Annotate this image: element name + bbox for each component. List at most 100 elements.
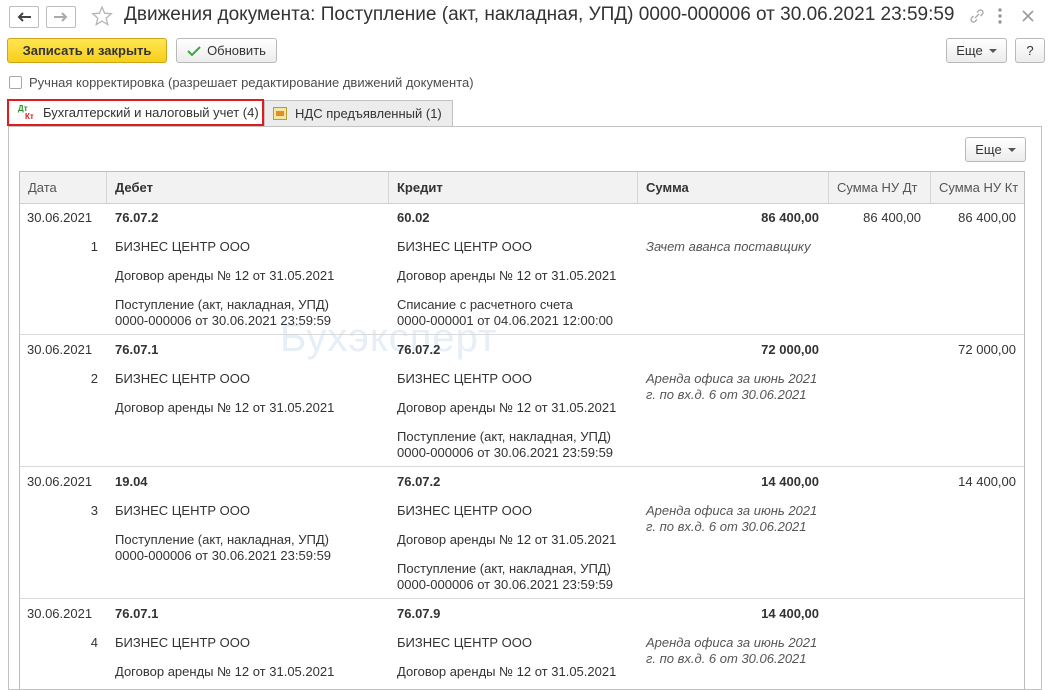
checkmark-icon: [187, 45, 201, 56]
credit-subconto: БИЗНЕС ЦЕНТР ООО: [397, 635, 533, 650]
debit-subconto: БИЗНЕС ЦЕНТР ООО: [115, 371, 251, 386]
credit-subconto: 0000-000001 от 04.06.2021 12:00:00: [397, 313, 614, 328]
row-sum-nu-kt: 86 400,00: [958, 210, 1016, 225]
panel-more-button[interactable]: Еще: [965, 137, 1026, 162]
credit-subconto: БИЗНЕС ЦЕНТР ООО: [397, 239, 533, 254]
row-sum-nu-dt: 86 400,00: [863, 210, 921, 225]
credit-account: 76.07.9: [397, 606, 441, 621]
credit-subconto: Договор аренды № 12 от 31.05.2021: [397, 664, 617, 679]
debit-subconto: Поступление (акт, накладная, УПД): [115, 297, 329, 312]
credit-subconto: БИЗНЕС ЦЕНТР ООО: [397, 503, 533, 518]
debit-subconto: 0000-000006 от 30.06.2021 23:59:59: [115, 313, 332, 328]
back-button[interactable]: [9, 6, 39, 28]
debit-account: 76.07.1: [115, 606, 159, 621]
col-date[interactable]: Дата: [20, 172, 107, 203]
row-sum: 86 400,00: [761, 210, 819, 225]
credit-subconto: Договор аренды № 12 от 31.05.2021: [397, 400, 617, 415]
row-content: Аренда офиса за июнь 2021: [646, 371, 818, 386]
row-sum: 14 400,00: [761, 606, 819, 621]
chevron-down-icon: [988, 48, 997, 53]
help-button[interactable]: ?: [1015, 38, 1045, 63]
row-content: г. по вх.д. 6 от 30.06.2021: [646, 519, 807, 534]
row-content: г. по вх.д. 6 от 30.06.2021: [646, 651, 807, 666]
debit-account: 76.07.2: [115, 210, 159, 225]
debit-subconto: Поступление (акт, накладная, УПД): [115, 532, 329, 547]
col-sum[interactable]: Сумма: [638, 172, 829, 203]
arrow-left-icon: [17, 12, 31, 22]
dt-kt-icon: Дт Кт: [18, 103, 34, 121]
table-row[interactable]: 30.06.2021 4 76.07.1 БИЗНЕС ЦЕНТР ООО До…: [20, 599, 1024, 690]
more-label: Еще: [956, 43, 983, 58]
table-row[interactable]: 30.06.2021 3 19.04 БИЗНЕС ЦЕНТР ООО Пост…: [20, 467, 1024, 599]
row-content: Аренда офиса за июнь 2021: [646, 635, 818, 650]
credit-subconto: Поступление (акт, накладная, УПД): [397, 429, 611, 444]
window-title: Движения документа: Поступление (акт, на…: [124, 4, 955, 25]
table-row[interactable]: 30.06.2021 2 76.07.1 БИЗНЕС ЦЕНТР ООО До…: [20, 335, 1024, 467]
col-debit[interactable]: Дебет: [107, 172, 389, 203]
tab-vat-label: НДС предъявленный (1): [295, 106, 442, 121]
row-content: Зачет аванса поставщику: [646, 239, 811, 254]
credit-subconto: Договор аренды № 12 от 31.05.2021: [397, 532, 617, 547]
debit-subconto: БИЗНЕС ЦЕНТР ООО: [115, 635, 251, 650]
credit-subconto: Списание с расчетного счета: [397, 297, 573, 312]
debit-account: 76.07.1: [115, 342, 159, 357]
refresh-button[interactable]: Обновить: [176, 38, 277, 63]
row-sum-nu-kt: 72 000,00: [958, 342, 1016, 357]
credit-subconto: 0000-000006 от 30.06.2021 23:59:59: [397, 577, 614, 592]
row-date: 30.06.2021: [27, 342, 93, 357]
row-number: 4: [90, 635, 98, 650]
movements-table: Дата Дебет Кредит Сумма Сумма НУ Дт Сумм…: [19, 171, 1025, 690]
debit-subconto: Договор аренды № 12 от 31.05.2021: [115, 400, 335, 415]
tab-accounting-label: Бухгалтерский и налоговый учет (4): [43, 105, 259, 120]
debit-subconto: БИЗНЕС ЦЕНТР ООО: [115, 239, 251, 254]
more-menu-button[interactable]: Еще: [946, 38, 1007, 63]
row-sum: 72 000,00: [761, 342, 819, 357]
arrow-right-icon: [54, 12, 68, 22]
tab-vat[interactable]: НДС предъявленный (1): [264, 100, 453, 126]
manual-correction-label: Ручная корректировка (разрешает редактир…: [29, 75, 474, 90]
chevron-down-icon: [1007, 147, 1016, 152]
star-icon: [91, 5, 113, 26]
favorite-star-button[interactable]: [91, 5, 113, 30]
credit-subconto: 0000-000006 от 30.06.2021 23:59:59: [397, 445, 614, 460]
credit-account: 76.07.2: [397, 474, 441, 489]
col-sum-nu-kt[interactable]: Сумма НУ Кт: [931, 172, 1024, 203]
row-date: 30.06.2021: [27, 606, 93, 621]
table-row[interactable]: 30.06.2021 1 76.07.2 БИЗНЕС ЦЕНТР ООО До…: [20, 203, 1024, 335]
row-content: Аренда офиса за июнь 2021: [646, 503, 818, 518]
col-credit[interactable]: Кредит: [389, 172, 638, 203]
forward-button[interactable]: [46, 6, 76, 28]
debit-account: 19.04: [115, 474, 148, 489]
credit-subconto: Договор аренды № 12 от 31.05.2021: [397, 268, 617, 283]
credit-subconto: БИЗНЕС ЦЕНТР ООО: [397, 371, 533, 386]
row-number: 2: [90, 371, 98, 386]
link-icon: [970, 9, 984, 23]
save-and-close-button[interactable]: Записать и закрыть: [7, 38, 167, 63]
row-sum: 14 400,00: [761, 474, 819, 489]
vertical-dots-icon: [998, 8, 1002, 24]
tab-accounting[interactable]: Дт Кт Бухгалтерский и налоговый учет (4): [7, 99, 264, 126]
register-icon: [273, 107, 287, 120]
link-button[interactable]: [968, 7, 986, 28]
credit-account: 76.07.2: [397, 342, 441, 357]
debit-subconto: Договор аренды № 12 от 31.05.2021: [115, 664, 335, 679]
row-number: 3: [90, 503, 98, 518]
table-header: Дата Дебет Кредит Сумма Сумма НУ Дт Сумм…: [20, 172, 1024, 204]
manual-correction-checkbox[interactable]: [9, 76, 22, 89]
close-icon: [1022, 10, 1034, 22]
row-date: 30.06.2021: [27, 474, 93, 489]
row-number: 1: [90, 239, 98, 254]
row-sum-nu-kt: 14 400,00: [958, 474, 1016, 489]
refresh-label: Обновить: [207, 43, 266, 58]
debit-subconto: БИЗНЕС ЦЕНТР ООО: [115, 503, 251, 518]
more-actions-button[interactable]: [996, 6, 1004, 29]
credit-subconto: Поступление (акт, накладная, УПД): [397, 561, 611, 576]
col-sum-nu-dt[interactable]: Сумма НУ Дт: [829, 172, 931, 203]
debit-subconto: Договор аренды № 12 от 31.05.2021: [115, 268, 335, 283]
row-date: 30.06.2021: [27, 210, 93, 225]
credit-account: 60.02: [397, 210, 430, 225]
debit-subconto: 0000-000006 от 30.06.2021 23:59:59: [115, 548, 332, 563]
panel-more-label: Еще: [975, 142, 1002, 157]
close-button[interactable]: [1018, 6, 1038, 29]
row-content: г. по вх.д. 6 от 30.06.2021: [646, 387, 807, 402]
